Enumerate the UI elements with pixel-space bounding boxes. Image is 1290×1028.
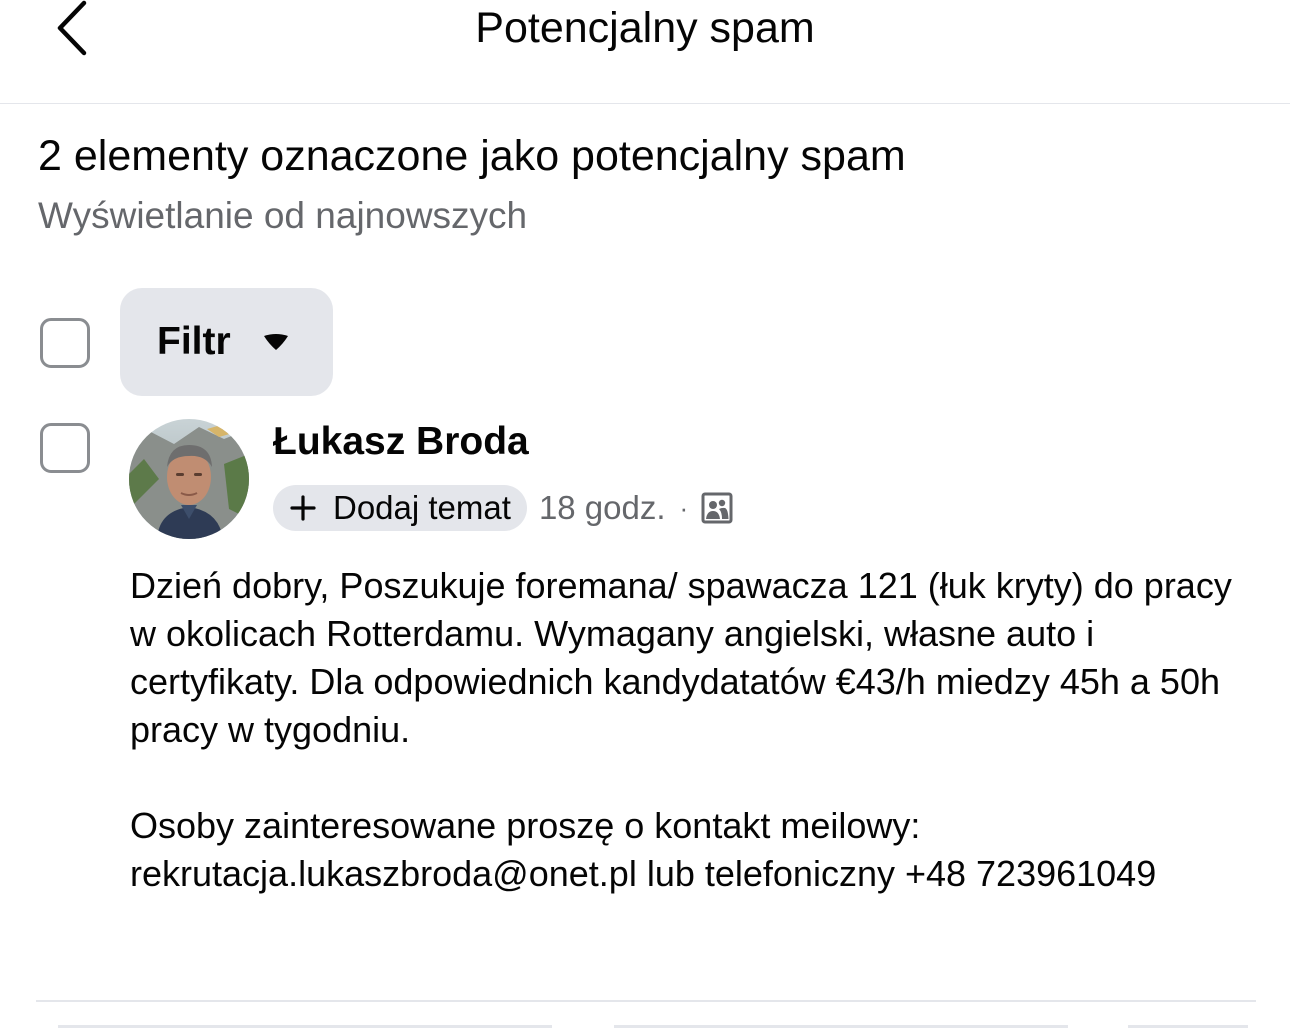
post-timestamp[interactable]: 18 godz. <box>539 488 666 528</box>
meta-separator: · <box>679 492 689 523</box>
spam-count-heading: 2 elementy oznaczone jako potencjalny sp… <box>38 132 906 180</box>
sort-order-text: Wyświetlanie od najnowszych <box>38 195 528 236</box>
filter-label: Filtr <box>157 320 231 363</box>
group-photo-icon <box>700 491 734 525</box>
post-paragraph: Dzień dobry, Poszukuje foremana/ spawacz… <box>130 565 1232 750</box>
caret-down-icon <box>261 332 291 352</box>
author-avatar[interactable] <box>129 419 249 539</box>
top-bar: Potencjalny spam <box>0 0 1290 104</box>
post-select-checkbox[interactable] <box>40 423 90 473</box>
page-title: Potencjalny spam <box>475 4 815 52</box>
author-name[interactable]: Łukasz Broda <box>273 418 529 466</box>
post-meta: Dodaj temat 18 godz. · <box>273 485 734 531</box>
post-paragraph: Osoby zainteresowane proszę o kontakt me… <box>130 805 1157 894</box>
select-all-checkbox[interactable] <box>40 318 90 368</box>
plus-icon <box>289 494 317 522</box>
post-divider <box>36 1000 1256 1002</box>
add-topic-label: Dodaj temat <box>333 489 511 526</box>
filter-button[interactable]: Filtr <box>120 288 333 396</box>
add-topic-button[interactable]: Dodaj temat <box>273 485 527 531</box>
post-text: Dzień dobry, Poszukuje foremana/ spawacz… <box>130 562 1240 898</box>
